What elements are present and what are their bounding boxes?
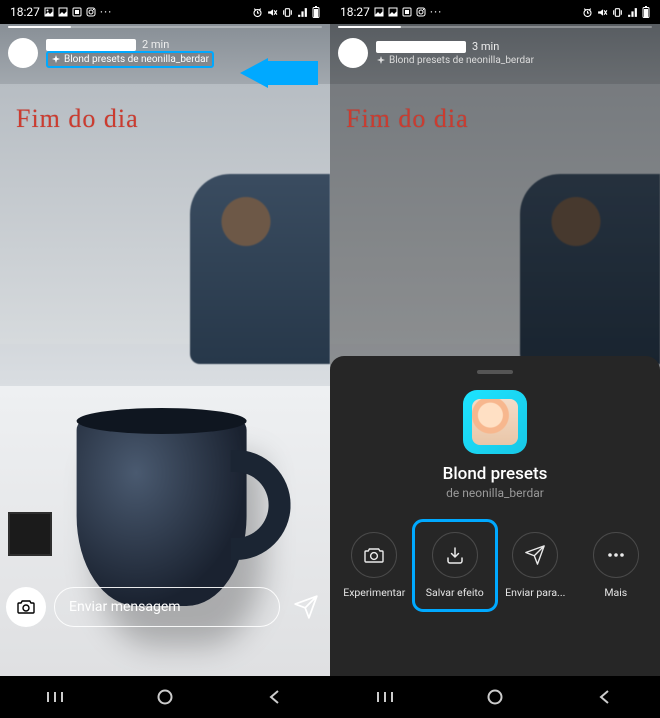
story-effect-label: Blond presets de neonilla_berdar	[64, 54, 209, 65]
nav-home[interactable]	[475, 687, 515, 707]
action-send-label: Enviar para...	[505, 586, 565, 599]
story-username-redacted[interactable]	[46, 39, 136, 51]
nav-recent[interactable]	[365, 687, 405, 707]
status-bar: 18:27 ···	[0, 0, 330, 24]
alarm-icon	[582, 7, 593, 18]
send-icon	[293, 594, 319, 620]
vibrate-icon	[612, 7, 623, 18]
camera-button[interactable]	[6, 587, 46, 627]
battery-icon	[312, 6, 320, 18]
story-effect-label: Blond presets de neonilla_berdar	[389, 55, 534, 66]
sheet-drag-handle[interactable]	[477, 370, 513, 374]
status-left-icons	[374, 7, 384, 17]
story-effect-link[interactable]: Blond presets de neonilla_berdar	[46, 51, 214, 68]
story-caption: Fim do dia	[16, 104, 139, 134]
story-username-redacted[interactable]	[376, 41, 466, 53]
story-progress	[8, 26, 322, 28]
status-time: 18:27	[340, 5, 370, 19]
effect-sheet: Blond presets de neonilla_berdar Experim…	[330, 356, 660, 676]
save-icon	[444, 544, 466, 566]
status-more-dots: ···	[430, 5, 442, 19]
status-left-icons-2	[388, 7, 398, 17]
story-avatar[interactable]	[338, 38, 368, 68]
reply-input[interactable]: Enviar mensagem	[54, 587, 280, 627]
story-caption: Fim do dia	[346, 104, 469, 134]
status-bar: 18:27 ···	[330, 0, 660, 24]
camera-icon	[363, 544, 385, 566]
sparkle-icon	[376, 56, 386, 66]
scene-cube	[8, 512, 52, 556]
story-progress	[338, 26, 652, 28]
story-time: 3 min	[472, 40, 499, 53]
android-navbar	[330, 676, 660, 718]
story-time: 2 min	[142, 38, 169, 51]
more-icon	[605, 544, 627, 566]
battery-icon	[642, 6, 650, 18]
reply-placeholder: Enviar mensagem	[69, 599, 181, 615]
sparkle-icon	[51, 55, 61, 65]
story-effect-link[interactable]: Blond presets de neonilla_berdar	[376, 55, 534, 66]
status-screenshot-icon	[72, 7, 82, 17]
status-time: 18:27	[10, 5, 40, 19]
effect-author[interactable]: de neonilla_berdar	[446, 486, 544, 500]
action-save-label: Salvar efeito	[426, 586, 484, 599]
android-navbar	[0, 676, 330, 718]
action-save[interactable]: Salvar efeito	[415, 522, 495, 609]
status-instagram-icon	[86, 7, 96, 17]
nav-back[interactable]	[585, 687, 625, 707]
story-viewport[interactable]: 2 min Blond presets de neonilla_berdar F…	[0, 24, 330, 676]
direct-send-button[interactable]	[288, 589, 324, 625]
effect-thumbnail[interactable]	[463, 390, 527, 454]
nav-recent[interactable]	[35, 687, 75, 707]
nav-home[interactable]	[145, 687, 185, 707]
action-try-label: Experimentar	[343, 586, 405, 599]
status-instagram-icon	[416, 7, 426, 17]
nav-back[interactable]	[255, 687, 295, 707]
phone-left: 18:27 ···	[0, 0, 330, 718]
send-icon	[524, 544, 546, 566]
mute-icon	[597, 7, 608, 18]
mute-icon	[267, 7, 278, 18]
status-more-dots: ···	[100, 5, 112, 19]
action-send[interactable]: Enviar para...	[495, 522, 575, 609]
scene-person	[190, 174, 330, 364]
annotation-arrow	[240, 58, 318, 88]
action-more-label: Mais	[604, 586, 627, 599]
camera-icon	[16, 597, 36, 617]
action-try[interactable]: Experimentar	[334, 522, 414, 609]
vibrate-icon	[282, 7, 293, 18]
signal-icon	[627, 7, 638, 18]
status-screenshot-icon	[402, 7, 412, 17]
status-left-icons-2	[58, 7, 68, 17]
status-left-icons	[44, 7, 54, 17]
scene-mug	[77, 416, 247, 606]
phone-right: 18:27 ···	[330, 0, 660, 718]
story-avatar[interactable]	[8, 38, 38, 68]
alarm-icon	[252, 7, 263, 18]
action-more[interactable]: Mais	[576, 522, 656, 609]
effect-title: Blond presets	[443, 464, 548, 484]
signal-icon	[297, 7, 308, 18]
